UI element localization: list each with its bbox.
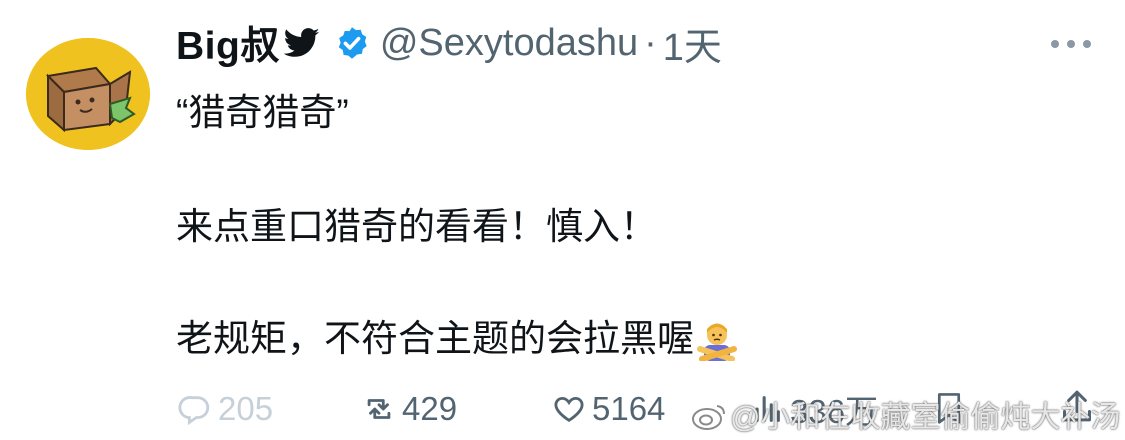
- timestamp[interactable]: 1天: [663, 16, 722, 71]
- bird-icon: [283, 27, 320, 59]
- author-handle[interactable]: @Sexytodashu: [380, 22, 638, 65]
- person-gesturing-no-emoji-icon: [696, 319, 738, 362]
- reply-button[interactable]: 205: [178, 386, 273, 432]
- reply-icon: [178, 396, 210, 426]
- retweet-icon: [367, 399, 391, 419]
- author-name[interactable]: Big叔: [176, 15, 280, 71]
- separator-dot: ·: [644, 21, 657, 64]
- avatar[interactable]: [26, 38, 150, 150]
- heart-icon: [554, 396, 584, 422]
- tweet-text-line: 来点重口猎奇的看看！慎入！: [176, 206, 657, 247]
- weibo-logo-icon: [690, 401, 728, 431]
- like-count: 5164: [592, 390, 666, 427]
- weibo-watermark: @小和在收藏室偷偷炖大补汤: [690, 392, 1120, 436]
- tweet-text: 老规矩，不符合主题的会拉黑喔: [176, 318, 694, 359]
- box-character-image: [26, 38, 150, 150]
- reply-count: 205: [218, 390, 274, 427]
- tweet-text-line: 老规矩，不符合主题的会拉黑喔: [176, 308, 738, 362]
- watermark-text: @小和在收藏室偷偷炖大补汤: [730, 401, 1121, 434]
- verified-badge-icon: [334, 25, 370, 61]
- more-icon[interactable]: [1048, 34, 1094, 54]
- tweet-header: Big叔 @Sexytodashu · 1天: [176, 15, 722, 71]
- retweet-count: 429: [402, 390, 458, 427]
- like-button[interactable]: 5164: [552, 386, 665, 432]
- tweet-text-line: “猎奇猎奇”: [176, 92, 349, 133]
- retweet-button[interactable]: 429: [362, 386, 457, 432]
